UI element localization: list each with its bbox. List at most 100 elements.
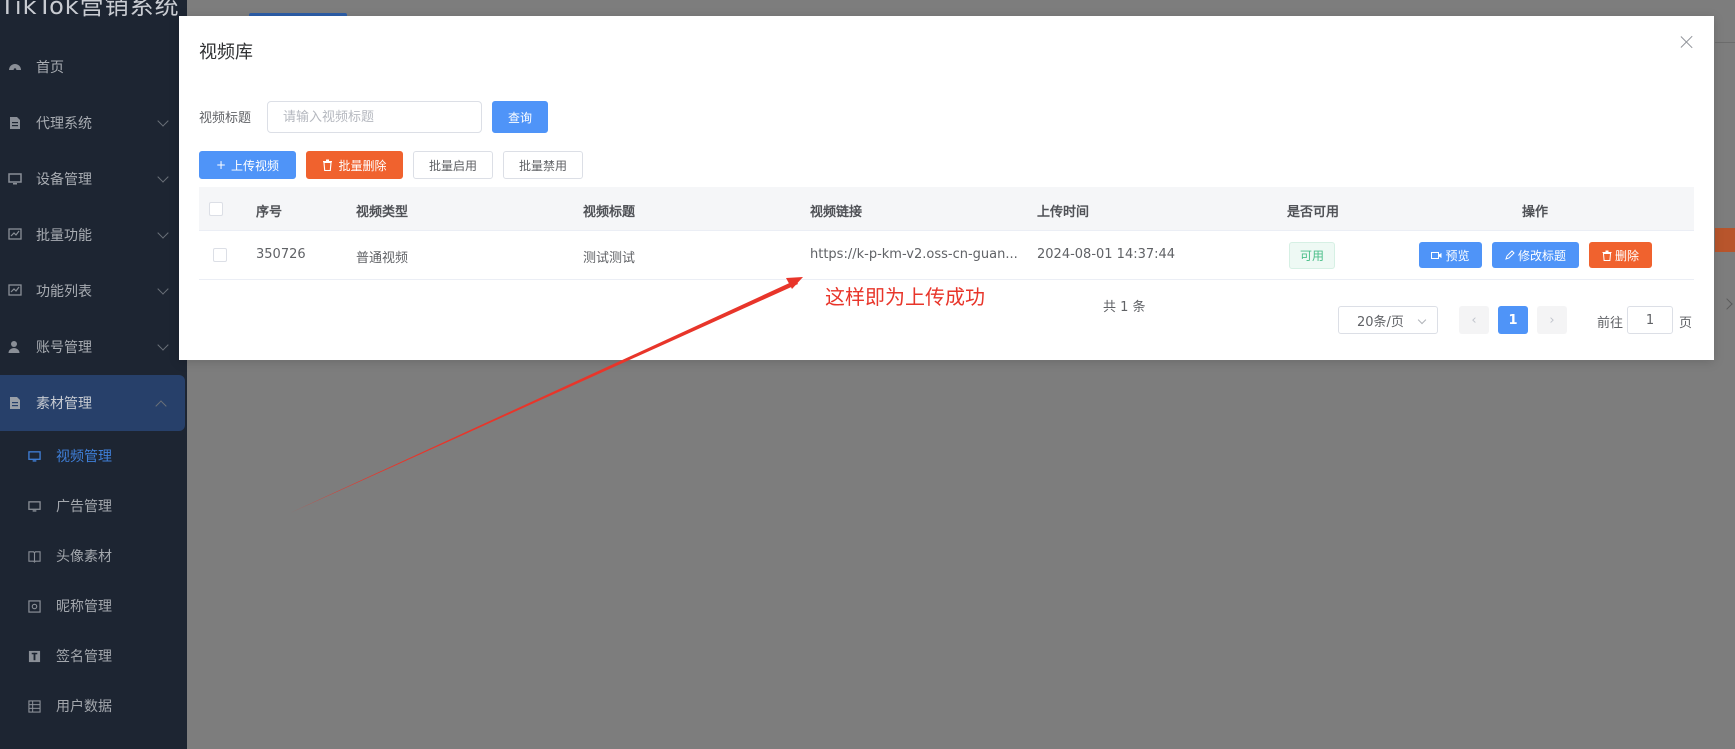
- next-page-button[interactable]: ›: [1537, 306, 1567, 334]
- table-row: 350726 普通视频 测试测试 https://k-p-km-v2.oss-c…: [199, 231, 1694, 280]
- batch-enable-button[interactable]: 批量启用: [413, 151, 493, 179]
- row-type: 普通视频: [356, 251, 409, 266]
- sidebar-item-functions[interactable]: 功能列表: [0, 263, 187, 319]
- edit-title-button[interactable]: 修改标题: [1492, 242, 1579, 268]
- sidebar-subitem-userdata[interactable]: 用户数据: [0, 681, 187, 731]
- trash-icon: [1602, 250, 1612, 261]
- column-header-status: 是否可用: [1287, 205, 1340, 220]
- page-number-current[interactable]: 1: [1498, 306, 1528, 334]
- column-header-title: 视频标题: [583, 205, 636, 220]
- sidebar-subitem-label: 用户数据: [56, 699, 112, 715]
- sidebar-item-label: 功能列表: [36, 284, 92, 300]
- sidebar-subitem-label: 头像素材: [56, 549, 112, 565]
- page-number-label: 1: [1508, 312, 1518, 328]
- column-header-time: 上传时间: [1037, 205, 1090, 220]
- user-icon: [8, 341, 20, 353]
- document-icon: [10, 117, 20, 129]
- query-button[interactable]: 查询: [492, 101, 548, 133]
- sidebar-subitem-avatar[interactable]: 头像素材: [0, 531, 187, 581]
- sidebar-subitem-signature[interactable]: 签名管理: [0, 631, 187, 681]
- plus-icon: +: [215, 158, 227, 172]
- page-size-value: 20条/页: [1357, 314, 1404, 330]
- column-header-link: 视频链接: [810, 205, 863, 220]
- upload-video-label: 上传视频: [231, 158, 280, 173]
- row-title: 测试测试: [583, 251, 636, 266]
- status-badge: 可用: [1289, 242, 1335, 269]
- annotation-text: 这样即为上传成功: [825, 285, 985, 309]
- sidebar-item-label: 代理系统: [36, 116, 92, 132]
- chevron-down-icon: [157, 171, 169, 183]
- batch-enable-label: 批量启用: [428, 158, 477, 173]
- sidebar-item-label: 账号管理: [36, 340, 92, 356]
- brand-title: TikTok营销系统: [0, 0, 180, 20]
- row-checkbox[interactable]: [213, 248, 227, 262]
- table-header: 序号 视频类型 视频标题 视频链接 上传时间 是否可用 操作: [199, 187, 1694, 231]
- dialog-title: 视频库: [199, 42, 253, 63]
- chevron-right-icon: ›: [1549, 312, 1555, 328]
- chevron-down-icon: [157, 115, 169, 127]
- sidebar-item-label: 设备管理: [36, 172, 92, 188]
- page-suffix-label: 页: [1679, 316, 1693, 331]
- sidebar: TikTok营销系统 首页 代理系统 设备管理 批量功能 功能列表 账号管理 素…: [0, 0, 187, 749]
- chart-icon: [8, 228, 22, 240]
- edit-pen-icon: [1505, 250, 1515, 260]
- book-icon: [28, 550, 41, 563]
- dashboard-icon: [9, 64, 21, 71]
- text-icon: [28, 650, 41, 662]
- sidebar-subitem-label: 视频管理: [56, 449, 112, 465]
- sidebar-subitem-label: 昵称管理: [56, 599, 112, 615]
- close-icon[interactable]: [1680, 35, 1694, 49]
- batch-disable-label: 批量禁用: [518, 158, 567, 173]
- background-divider: [1715, 42, 1735, 43]
- delete-button[interactable]: 删除: [1589, 242, 1652, 268]
- page-size-select[interactable]: 20条/页: [1338, 306, 1438, 334]
- query-button-label: 查询: [507, 110, 532, 125]
- sidebar-item-label: 素材管理: [36, 396, 92, 412]
- preview-button[interactable]: 预览: [1419, 242, 1482, 268]
- row-link[interactable]: https://k-p-km-v2.oss-cn-guan...: [810, 247, 1018, 262]
- video-title-search-input[interactable]: [267, 101, 482, 133]
- sidebar-subitem-label: 签名管理: [56, 649, 112, 665]
- chevron-right-icon: [1721, 298, 1733, 310]
- monitor-icon: [28, 450, 41, 462]
- sidebar-item-home[interactable]: 首页: [0, 39, 187, 95]
- grid-icon: [28, 699, 41, 713]
- column-header-type: 视频类型: [356, 205, 409, 220]
- sidebar-item-agent[interactable]: 代理系统: [0, 95, 187, 151]
- row-upload-time: 2024-08-01 14:37:44: [1037, 247, 1176, 262]
- sidebar-subitem-ads[interactable]: 广告管理: [0, 481, 187, 531]
- batch-delete-button[interactable]: 批量删除: [306, 151, 403, 179]
- goto-label: 前往: [1597, 316, 1624, 331]
- prev-page-button[interactable]: ‹: [1459, 306, 1489, 334]
- edit-title-label: 修改标题: [1517, 248, 1566, 263]
- chevron-down-icon: [1417, 315, 1427, 325]
- chevron-left-icon: ‹: [1471, 312, 1477, 328]
- search-label: 视频标题: [199, 111, 252, 126]
- chevron-down-icon: [157, 283, 169, 295]
- video-camera-icon: [1431, 251, 1442, 259]
- preview-label: 预览: [1445, 248, 1470, 263]
- chevron-down-icon: [157, 339, 169, 351]
- sidebar-item-batch[interactable]: 批量功能: [0, 207, 187, 263]
- sidebar-subitem-video[interactable]: 视频管理: [0, 431, 187, 481]
- sidebar-item-label: 首页: [36, 60, 64, 76]
- batch-delete-label: 批量删除: [338, 158, 387, 173]
- batch-disable-button[interactable]: 批量禁用: [503, 151, 583, 179]
- row-id: 350726: [256, 247, 306, 262]
- trash-icon: [323, 159, 333, 171]
- goto-page-input[interactable]: [1627, 306, 1673, 334]
- upload-video-button[interactable]: + 上传视频: [199, 151, 296, 179]
- background-button-fragment: [1715, 228, 1735, 252]
- sidebar-item-account[interactable]: 账号管理: [0, 319, 187, 375]
- sidebar-item-label: 批量功能: [36, 228, 92, 244]
- sidebar-subitem-nickname[interactable]: 昵称管理: [0, 581, 187, 631]
- image-icon: [28, 599, 41, 613]
- monitor-icon: [8, 173, 22, 185]
- column-header-id: 序号: [256, 205, 283, 220]
- select-all-checkbox[interactable]: [209, 202, 223, 216]
- chevron-up-icon: [155, 400, 167, 412]
- sidebar-item-device[interactable]: 设备管理: [0, 151, 187, 207]
- document-icon: [10, 397, 20, 409]
- monitor-icon: [28, 500, 41, 512]
- sidebar-item-material[interactable]: 素材管理: [0, 375, 185, 431]
